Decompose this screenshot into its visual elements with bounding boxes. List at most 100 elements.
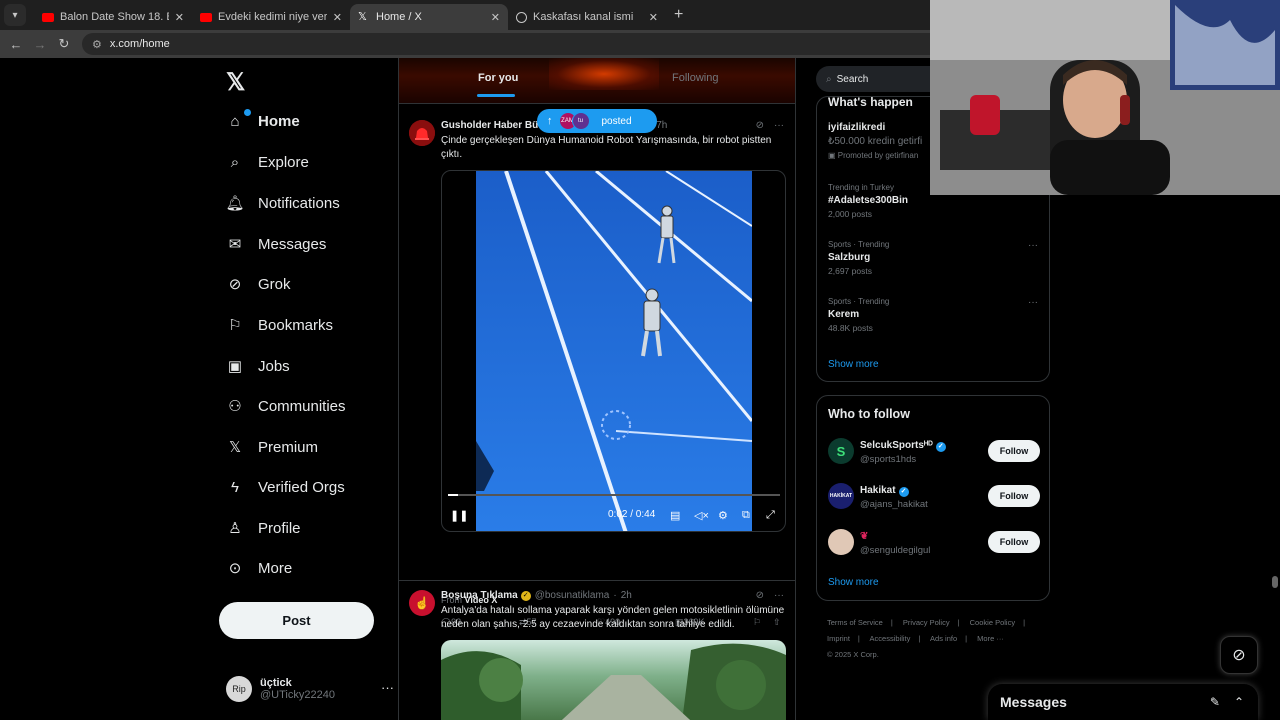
- avatar[interactable]: [409, 120, 435, 146]
- follow-button[interactable]: Follow: [988, 440, 1040, 462]
- nav-profile[interactable]: ♙ Profile: [226, 513, 300, 543]
- nav-notifications[interactable]: 🔔︎ Notifications: [225, 188, 339, 218]
- author-name[interactable]: Gusholder Haber Bü: [441, 120, 538, 131]
- x-logo-icon[interactable]: 𝕏: [226, 68, 245, 97]
- follow-button[interactable]: Follow: [988, 485, 1040, 507]
- active-tab-indicator: [477, 94, 515, 97]
- site-info-icon[interactable]: ⚙: [92, 38, 102, 51]
- browser-tab[interactable]: Balon Date Show 18. Bölüm - Y ✕: [34, 4, 192, 30]
- page-scrollbar[interactable]: [1272, 576, 1278, 588]
- tab-for-you[interactable]: For you: [478, 72, 518, 84]
- follow-suggestion[interactable]: ❦ @senguldegilgul Follow: [828, 529, 1040, 559]
- people-icon: ⚇: [228, 398, 242, 415]
- close-tab-icon[interactable]: ✕: [333, 11, 342, 24]
- nav-grok[interactable]: ⊘ Grok: [226, 269, 291, 299]
- trend-item[interactable]: Sports · Trending Salzburg 2,697 posts ·…: [828, 240, 1038, 276]
- account-handle: @UTicky22240: [260, 689, 335, 701]
- trends-title: What's happen: [828, 95, 913, 109]
- avatar[interactable]: HAKİKAT: [828, 483, 854, 509]
- timestamp[interactable]: 2h: [621, 590, 632, 601]
- tab-following[interactable]: Following: [672, 72, 718, 84]
- browser-tab[interactable]: Kaskafası kanal ismi ✕: [508, 4, 666, 30]
- avatar[interactable]: [828, 529, 854, 555]
- messages-drawer[interactable]: Messages ✎ ⌃: [988, 684, 1258, 720]
- avatar[interactable]: ☝: [409, 590, 435, 616]
- more-dots-icon[interactable]: ···: [1028, 240, 1038, 251]
- nav-verified-orgs[interactable]: ϟ Verified Orgs: [226, 472, 345, 502]
- nav-home[interactable]: ⌂ Home: [226, 106, 300, 136]
- tab-search-button[interactable]: ▾: [4, 4, 26, 26]
- close-tab-icon[interactable]: ✕: [649, 11, 658, 24]
- pause-icon[interactable]: ❚❚: [450, 509, 468, 522]
- close-tab-icon[interactable]: ✕: [175, 11, 184, 24]
- tweet[interactable]: Gusholder Haber Bü 7h ⊘ ··· Çinde gerçek…: [399, 120, 795, 640]
- footer-link[interactable]: Cookie Policy: [970, 618, 1015, 627]
- bell-icon: 🔔︎: [225, 195, 245, 212]
- mute-icon[interactable]: ◁×: [694, 509, 709, 522]
- browser-tab-active[interactable]: 𝕏 Home / X ✕: [350, 4, 508, 30]
- follow-suggestion[interactable]: S SelcukSportsᴴᴰ ✓ @sports1hds Follow: [828, 438, 1040, 468]
- more-dots-icon[interactable]: ···: [774, 120, 784, 131]
- follow-suggestion[interactable]: HAKİKAT Hakikat ✓ @ajans_hakikat Follow: [828, 483, 1040, 513]
- author-name[interactable]: Boşuna Tıklama: [441, 590, 518, 601]
- more-dots-icon[interactable]: ···: [381, 680, 394, 695]
- nav-premium[interactable]: 𝕏 Premium: [226, 432, 318, 462]
- robot-race-video: [476, 171, 754, 531]
- new-posts-pill[interactable]: ↑ ZAM tu posted: [537, 109, 657, 133]
- grok-icon[interactable]: ⊘: [756, 120, 764, 131]
- suggestion-handle: @sports1hds: [860, 454, 917, 465]
- trend-item[interactable]: Sports · Trending Kerem 48.8K posts ···: [828, 297, 1038, 333]
- settings-gear-icon[interactable]: ⚙: [718, 509, 728, 522]
- nav-messages[interactable]: ✉ Messages: [226, 229, 327, 259]
- video-player[interactable]: ❚❚ 0:02 / 0:44 ▤ ◁× ⚙ ⧉ ⤢: [441, 170, 786, 532]
- footer-more-link[interactable]: More ···: [977, 634, 1004, 643]
- new-message-icon[interactable]: ✎: [1210, 695, 1220, 709]
- footer-link[interactable]: Privacy Policy: [903, 618, 950, 627]
- trend-meta: Sports · Trending: [828, 297, 890, 306]
- footer-link[interactable]: Ads info: [930, 634, 957, 643]
- video-progress-bar[interactable]: [448, 494, 780, 496]
- footer-link[interactable]: Accessibility: [870, 634, 911, 643]
- forward-arrow-icon[interactable]: →: [28, 37, 52, 52]
- nav-jobs[interactable]: ▣ Jobs: [226, 351, 290, 381]
- nav-more[interactable]: ⊙ More: [226, 553, 292, 583]
- footer-link[interactable]: Imprint: [827, 634, 850, 643]
- chevron-up-icon[interactable]: ⌃: [1234, 695, 1244, 709]
- video-progress-fill: [448, 494, 458, 496]
- grok-floating-button[interactable]: ⊘: [1220, 636, 1258, 674]
- author-handle[interactable]: @bosunatiklama: [535, 590, 610, 601]
- tweet-media[interactable]: [441, 640, 786, 720]
- timestamp[interactable]: 7h: [656, 120, 667, 131]
- left-sidebar: 𝕏 ⌂ Home ⌕ Explore 🔔︎ Notifications ✉ Me…: [218, 62, 398, 720]
- close-tab-icon[interactable]: ✕: [491, 11, 500, 24]
- nav-communities[interactable]: ⚇ Communities: [226, 391, 345, 421]
- tab-title: Balon Date Show 18. Bölüm - Y: [60, 11, 169, 23]
- verified-badge-icon: ✓: [935, 442, 946, 452]
- reload-icon[interactable]: ↻: [52, 36, 76, 52]
- suggestion-name[interactable]: Hakikat ✓: [860, 485, 909, 497]
- post-button[interactable]: Post: [219, 602, 374, 639]
- nav-explore[interactable]: ⌕ Explore: [226, 147, 309, 177]
- avatar[interactable]: S: [828, 438, 854, 464]
- back-arrow-icon[interactable]: ←: [4, 37, 28, 52]
- follow-button[interactable]: Follow: [988, 531, 1040, 553]
- search-icon: ⌕: [826, 73, 832, 85]
- fullscreen-icon[interactable]: ⤢: [766, 509, 775, 522]
- pip-icon[interactable]: ⧉: [742, 509, 750, 522]
- account-switcher[interactable]: Rip üçtick @UTicky22240 ···: [226, 672, 394, 706]
- show-more-link[interactable]: Show more: [828, 577, 879, 588]
- nav-bookmarks[interactable]: ⚐ Bookmarks: [226, 310, 333, 340]
- more-dots-icon[interactable]: ···: [1028, 297, 1038, 308]
- video-frame[interactable]: [476, 171, 754, 531]
- suggestion-name[interactable]: SelcukSportsᴴᴰ ✓: [860, 440, 946, 452]
- new-tab-button[interactable]: +: [674, 6, 683, 24]
- show-more-link[interactable]: Show more: [828, 359, 879, 370]
- browser-tab[interactable]: Evdeki kedimi niye vereyim #sh ✕: [192, 4, 350, 30]
- more-dots-icon[interactable]: ···: [774, 590, 784, 601]
- grok-icon[interactable]: ⊘: [756, 590, 764, 601]
- captions-icon[interactable]: ▤: [670, 509, 680, 522]
- tweet-tools: ⊘ ···: [756, 590, 784, 601]
- avatar: tu: [571, 112, 590, 130]
- suggestion-name-text: SelcukSportsᴴᴰ: [860, 440, 933, 451]
- footer-link[interactable]: Terms of Service: [827, 618, 883, 627]
